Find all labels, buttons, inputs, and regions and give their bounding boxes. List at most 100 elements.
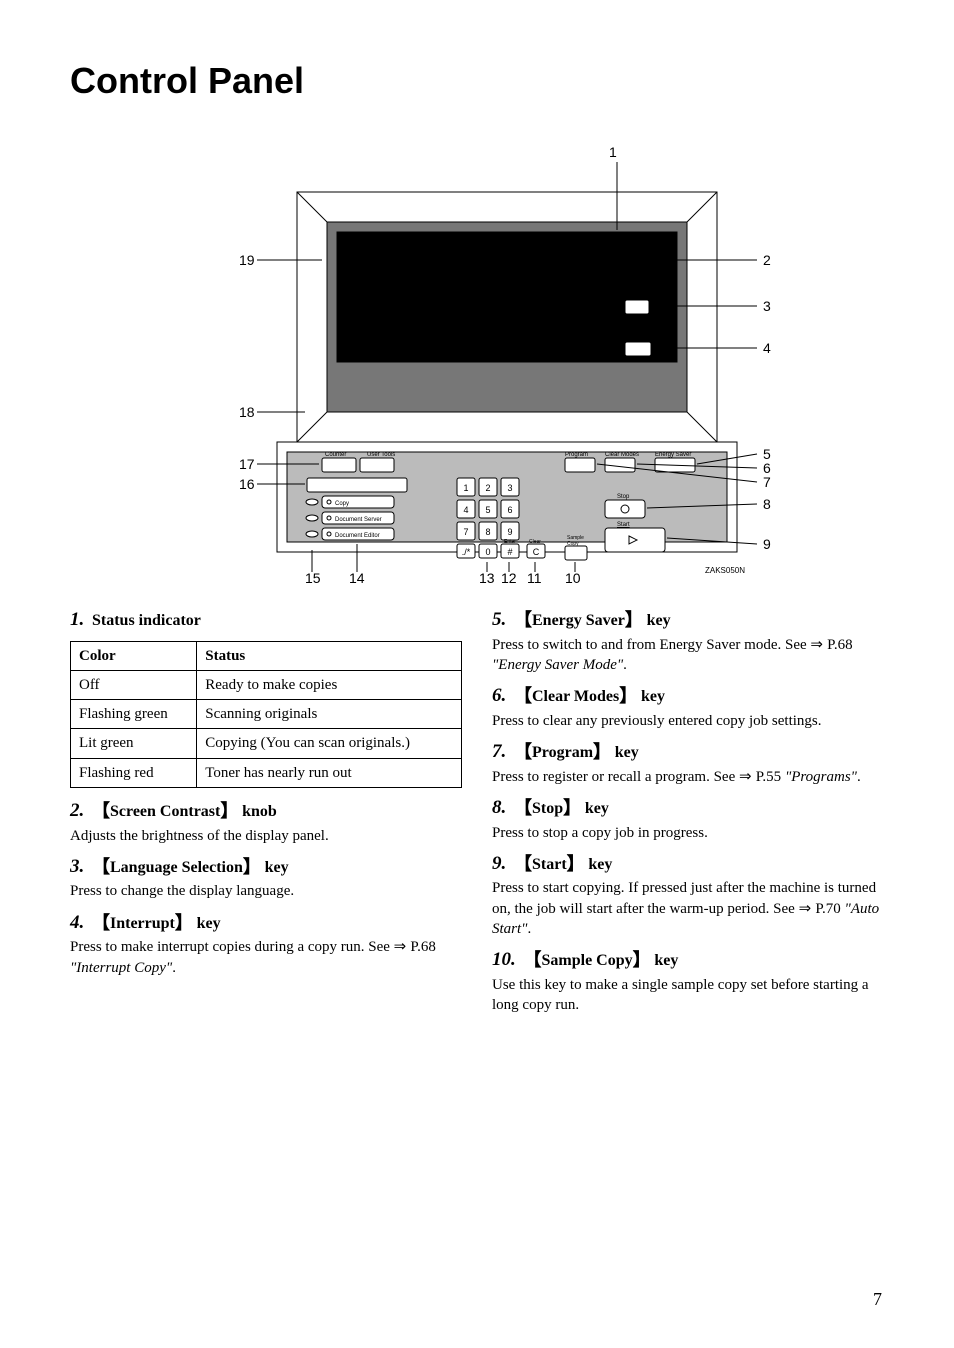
table-row: Lit green Copying (You can scan original… [71, 729, 462, 758]
item-8-desc: Press to stop a copy job in progress. [492, 823, 884, 843]
item-1-num: 1. [70, 609, 84, 630]
arrow-icon: ⇒ [739, 768, 756, 785]
svg-text:0: 0 [485, 547, 490, 557]
item-10-desc: Use this key to make a single sample cop… [492, 975, 884, 1016]
arrow-icon: ⇒ [799, 900, 816, 917]
svg-text:6: 6 [507, 505, 512, 515]
bracket-open-icon: 【 [514, 854, 532, 874]
item-7-num: 7. [492, 741, 506, 762]
svg-text:Interrupt: Interrupt [627, 336, 650, 342]
item-5-num: 5. [492, 609, 506, 630]
item-2-label: Screen Contrast [110, 803, 220, 820]
item-7: 7. 【Program】 key Press to register or re… [492, 739, 884, 787]
svg-text:5: 5 [485, 505, 490, 515]
item-3-desc: Press to change the display language. [70, 881, 462, 901]
item-5-suffix: key [647, 612, 671, 629]
item-6-num: 6. [492, 685, 506, 706]
item-7-label: Program [532, 744, 593, 761]
status-table: Color Status Off Ready to make copies Fl… [70, 641, 462, 788]
callout-17: 17 [239, 456, 255, 472]
page-title: Control Panel [70, 60, 884, 102]
item-7-suffix: key [615, 744, 639, 761]
callout-14: 14 [349, 570, 365, 586]
bracket-close-icon: 】 [593, 742, 611, 762]
item-10: 10. 【Sample Copy】 key Use this key to ma… [492, 947, 884, 1015]
callout-12: 12 [501, 570, 517, 586]
svg-text:C: C [533, 547, 540, 557]
item-8-suffix: key [585, 800, 609, 817]
item-9-label: Start [532, 856, 567, 873]
status-th-color: Color [71, 641, 197, 670]
svg-text:9: 9 [507, 527, 512, 537]
svg-text:Program: Program [565, 452, 588, 458]
item-4-desc: Press to make interrupt copies during a … [70, 937, 462, 978]
table-row: Off Ready to make copies [71, 670, 462, 699]
item-8: 8. 【Stop】 key Press to stop a copy job i… [492, 795, 884, 843]
item-7-desc: Press to register or recall a program. S… [492, 767, 884, 787]
bracket-open-icon: 【 [92, 913, 110, 933]
item-6-suffix: key [641, 688, 665, 705]
item-4-suffix: key [197, 915, 221, 932]
svg-text:Start: Start [617, 522, 630, 528]
svg-text:Language: Language [625, 286, 652, 292]
bracket-open-icon: 【 [514, 610, 532, 630]
item-3: 3. 【Language Selection】 key Press to cha… [70, 854, 462, 902]
item-9: 9. 【Start】 key Press to start copying. I… [492, 851, 884, 939]
bracket-close-icon: 】 [563, 798, 581, 818]
svg-text:Energy Saver: Energy Saver [655, 452, 691, 458]
svg-text:./*: ./* [462, 547, 471, 557]
bracket-open-icon: 【 [514, 798, 532, 818]
item-10-label: Sample Copy [542, 952, 633, 969]
item-2-desc: Adjusts the brightness of the display pa… [70, 826, 462, 846]
svg-text:Copy: Copy [335, 501, 349, 507]
right-column: 5. 【Energy Saver】 key Press to switch to… [492, 607, 884, 1023]
item-8-num: 8. [492, 797, 506, 818]
svg-text:Selection: Selection [625, 293, 650, 299]
item-2-num: 2. [70, 800, 84, 821]
svg-text:Clear Modes: Clear Modes [605, 452, 639, 458]
arrow-icon: ⇒ [810, 636, 827, 653]
callout-19: 19 [239, 252, 255, 268]
diagram-ref: ZAKS050N [705, 566, 745, 575]
content-columns: 1. Status indicator Color Status Off Rea… [70, 607, 884, 1023]
svg-text:Counter: Counter [325, 452, 346, 458]
callout-7: 7 [763, 474, 771, 490]
item-4-num: 4. [70, 912, 84, 933]
left-column: 1. Status indicator Color Status Off Rea… [70, 607, 462, 1023]
arrow-icon: ⇒ [394, 938, 411, 955]
svg-text:User Tools: User Tools [367, 452, 395, 458]
svg-text:Screen: Screen [625, 232, 647, 239]
callout-2: 2 [763, 252, 771, 268]
item-2: 2. 【Screen Contrast】 knob Adjusts the br… [70, 798, 462, 846]
item-6-desc: Press to clear any previously entered co… [492, 711, 884, 731]
svg-text:4: 4 [463, 505, 468, 515]
item-10-suffix: key [654, 952, 678, 969]
svg-text:1: 1 [463, 483, 468, 493]
status-th-status: Status [197, 641, 462, 670]
svg-text:3: 3 [507, 483, 512, 493]
callout-15: 15 [305, 570, 321, 586]
bracket-open-icon: 【 [514, 686, 532, 706]
page-number: 7 [873, 1289, 882, 1310]
bracket-open-icon: 【 [524, 950, 542, 970]
callout-9: 9 [763, 536, 771, 552]
item-3-num: 3. [70, 856, 84, 877]
bracket-close-icon: 】 [175, 913, 193, 933]
callout-4: 4 [763, 340, 771, 356]
bracket-close-icon: 】 [625, 610, 643, 630]
bracket-close-icon: 】 [633, 950, 651, 970]
callout-18: 18 [239, 404, 255, 420]
callout-16: 16 [239, 476, 255, 492]
item-9-desc: Press to start copying. If pressed just … [492, 878, 884, 939]
bracket-close-icon: 】 [243, 857, 261, 877]
callout-13: 13 [479, 570, 495, 586]
control-panel-diagram: Screen Contrast Language Selection Inter… [70, 152, 884, 577]
bracket-close-icon: 】 [619, 686, 637, 706]
item-5-desc: Press to switch to and from Energy Saver… [492, 635, 884, 676]
svg-text:#: # [507, 547, 512, 557]
item-10-num: 10. [492, 949, 516, 970]
item-9-suffix: key [588, 856, 612, 873]
callout-3: 3 [763, 298, 771, 314]
item-4-label: Interrupt [110, 915, 175, 932]
item-6: 6. 【Clear Modes】 key Press to clear any … [492, 683, 884, 731]
